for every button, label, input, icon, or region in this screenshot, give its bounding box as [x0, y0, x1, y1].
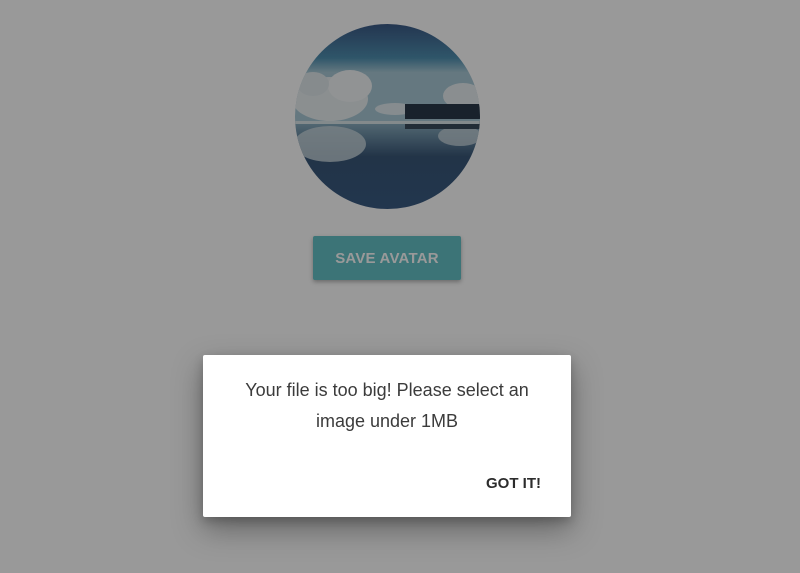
got-it-button[interactable]: GOT IT! — [480, 471, 547, 496]
error-dialog: Your file is too big! Please select an i… — [203, 355, 571, 517]
page: SAVE AVATAR Your file is too big! Please… — [0, 0, 800, 573]
dialog-message: Your file is too big! Please select an i… — [245, 380, 529, 431]
